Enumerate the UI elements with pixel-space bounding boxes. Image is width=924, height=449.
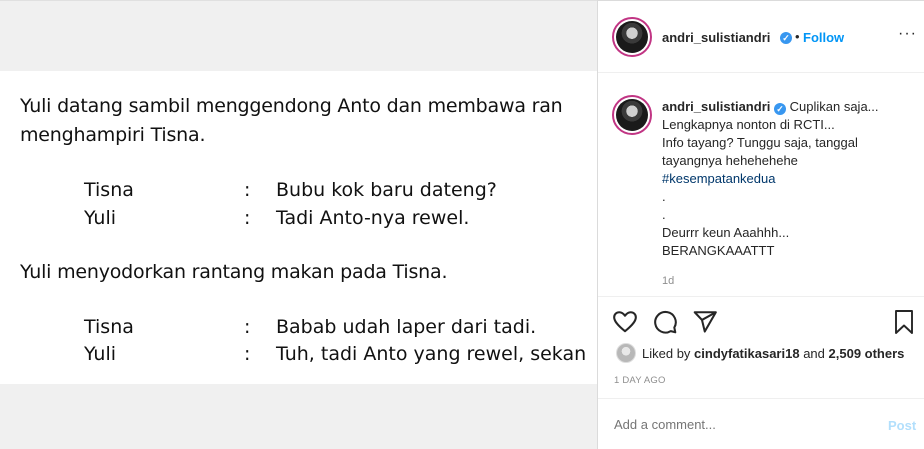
dialog-colon: : <box>244 316 251 338</box>
caption-text: Cuplikan saja... <box>789 99 879 114</box>
instagram-post-frame: Yuli datang sambil menggendong Anto dan … <box>0 0 924 449</box>
liker-username[interactable]: cindyfatikasari18 <box>694 346 800 361</box>
caption-avatar[interactable] <box>612 95 652 135</box>
share-icon[interactable] <box>692 309 718 335</box>
caption-text: . <box>662 189 666 204</box>
follow-button[interactable]: Follow <box>803 30 844 45</box>
post-header: andri_sulistiandri ✓ • Follow ··· <box>598 1 924 73</box>
post-caption: andri_sulistiandri ✓ Cuplikan saja... Le… <box>598 73 924 297</box>
caption-text: BERANGKAAATTT <box>662 243 775 258</box>
narration-line: Yuli datang sambil menggendong Anto dan … <box>20 95 563 117</box>
verified-badge-icon: ✓ <box>774 103 786 115</box>
script-card: Yuli datang sambil menggendong Anto dan … <box>0 71 597 384</box>
dialog-speaker: Tisna <box>84 316 134 338</box>
header-username[interactable]: andri_sulistiandri <box>662 30 770 45</box>
hashtag-link[interactable]: #kesempatankedua <box>662 170 775 188</box>
dialog-speaker: Yuli <box>84 207 117 229</box>
caption-text: . <box>662 207 666 222</box>
post-side-panel: andri_sulistiandri ✓ • Follow ··· andri_… <box>597 0 924 449</box>
post-timestamp[interactable]: 1 DAY AGO <box>614 375 666 386</box>
dialog-colon: : <box>244 343 251 365</box>
heart-icon[interactable] <box>612 309 638 335</box>
comment-input[interactable] <box>614 417 864 432</box>
action-bar <box>598 297 924 347</box>
caption-text: tayangnya hehehehehe <box>662 153 798 168</box>
dialog-speaker: Tisna <box>84 179 134 201</box>
dialog-colon: : <box>244 207 251 229</box>
likes-middle: and <box>803 346 825 361</box>
caption-text: Deurrr keun Aaahhh... <box>662 225 790 240</box>
caption-username[interactable]: andri_sulistiandri <box>662 99 770 114</box>
dialog-line: Bubu kok baru dateng? <box>276 179 497 201</box>
likes-prefix: Liked by <box>642 346 691 361</box>
liker-avatar[interactable] <box>616 343 636 363</box>
likes-others-link[interactable]: 2,509 others <box>829 346 905 361</box>
dialog-line: Tadi Anto-nya rewel. <box>276 207 470 229</box>
caption-text: Info tayang? Tunggu saja, tanggal <box>662 135 858 150</box>
dialog-speaker: Yuli <box>84 343 117 365</box>
caption-text: Lengkapnya nonton di RCTI... <box>662 117 835 132</box>
likes-summary: Liked by cindyfatikasari18 and 2,509 oth… <box>642 346 904 361</box>
author-avatar[interactable] <box>612 17 652 57</box>
comment-icon[interactable] <box>652 309 678 335</box>
caption-first-line: andri_sulistiandri ✓ Cuplikan saja... <box>662 98 879 116</box>
more-options-icon[interactable]: ··· <box>898 25 917 43</box>
comment-bar: Post <box>598 398 924 449</box>
narration-line: menghampiri Tisna. <box>20 124 206 146</box>
narration-line: Yuli menyodorkan rantang makan pada Tisn… <box>20 261 448 283</box>
bookmark-icon[interactable] <box>892 309 916 335</box>
dialog-line: Babab udah laper dari tadi. <box>276 316 537 338</box>
caption-age[interactable]: 1d <box>662 275 674 287</box>
post-image[interactable]: Yuli datang sambil menggendong Anto dan … <box>0 0 597 449</box>
verified-badge-icon: ✓ <box>780 32 792 44</box>
likes-row: Liked by cindyfatikasari18 and 2,509 oth… <box>598 343 924 367</box>
post-comment-button[interactable]: Post <box>888 418 916 433</box>
dialog-colon: : <box>244 179 251 201</box>
dialog-line: Tuh, tadi Anto yang rewel, sekan <box>276 343 587 365</box>
separator-dot: • <box>795 29 800 44</box>
